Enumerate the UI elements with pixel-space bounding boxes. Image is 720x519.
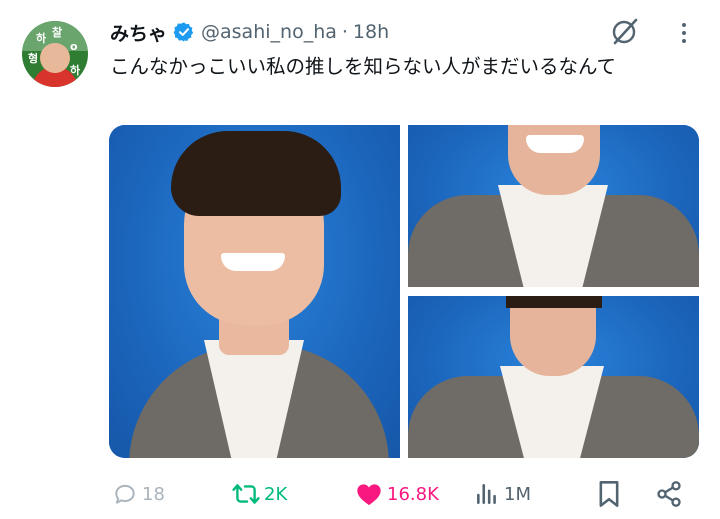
avatar-text: 하 [70, 64, 81, 77]
tweet-text: こんなかっこいい私の推しを知らない人がまだいるなんて [110, 55, 617, 78]
views-icon [477, 484, 496, 504]
views-button[interactable]: 1M [474, 472, 531, 516]
reply-button[interactable]: 18 [112, 472, 165, 516]
more-icon[interactable] [680, 22, 688, 44]
views-count: 1M [504, 483, 531, 505]
repost-count: 2K [264, 483, 288, 505]
avatar-text: 하 [36, 32, 47, 45]
photo-3[interactable] [408, 296, 699, 458]
share-button[interactable] [655, 472, 683, 516]
heart-icon [357, 484, 381, 506]
photo-1[interactable] [109, 125, 400, 458]
like-button[interactable]: 16.8K [355, 472, 439, 516]
separator: · [341, 21, 348, 43]
verified-badge-icon [173, 22, 194, 42]
repost-button[interactable]: 2K [232, 472, 287, 516]
bookmark-icon [599, 481, 619, 507]
display-name[interactable]: みちゃ [110, 19, 167, 46]
handle[interactable]: @asahi_no_ha [201, 21, 337, 43]
avatar[interactable]: 하 찰 형 o 하 [22, 21, 88, 87]
avatar-text: o [70, 40, 78, 53]
media-grid [109, 125, 699, 458]
action-bar: 18 2K 16.8K 1M [0, 472, 720, 516]
avatar-text: 찰 [52, 26, 63, 39]
grok-icon[interactable] [610, 16, 640, 46]
photo-2[interactable] [408, 125, 699, 287]
reply-icon [115, 484, 135, 504]
avatar-face [40, 43, 70, 73]
timestamp[interactable]: 18h [353, 21, 389, 43]
share-icon [657, 481, 681, 507]
repost-icon [232, 484, 260, 504]
reply-count: 18 [142, 483, 165, 505]
like-count: 16.8K [387, 483, 439, 505]
bookmark-button[interactable] [597, 472, 621, 516]
tweet-header: みちゃ @asahi_no_ha · 18h [110, 18, 389, 46]
avatar-text: 형 [28, 52, 39, 65]
